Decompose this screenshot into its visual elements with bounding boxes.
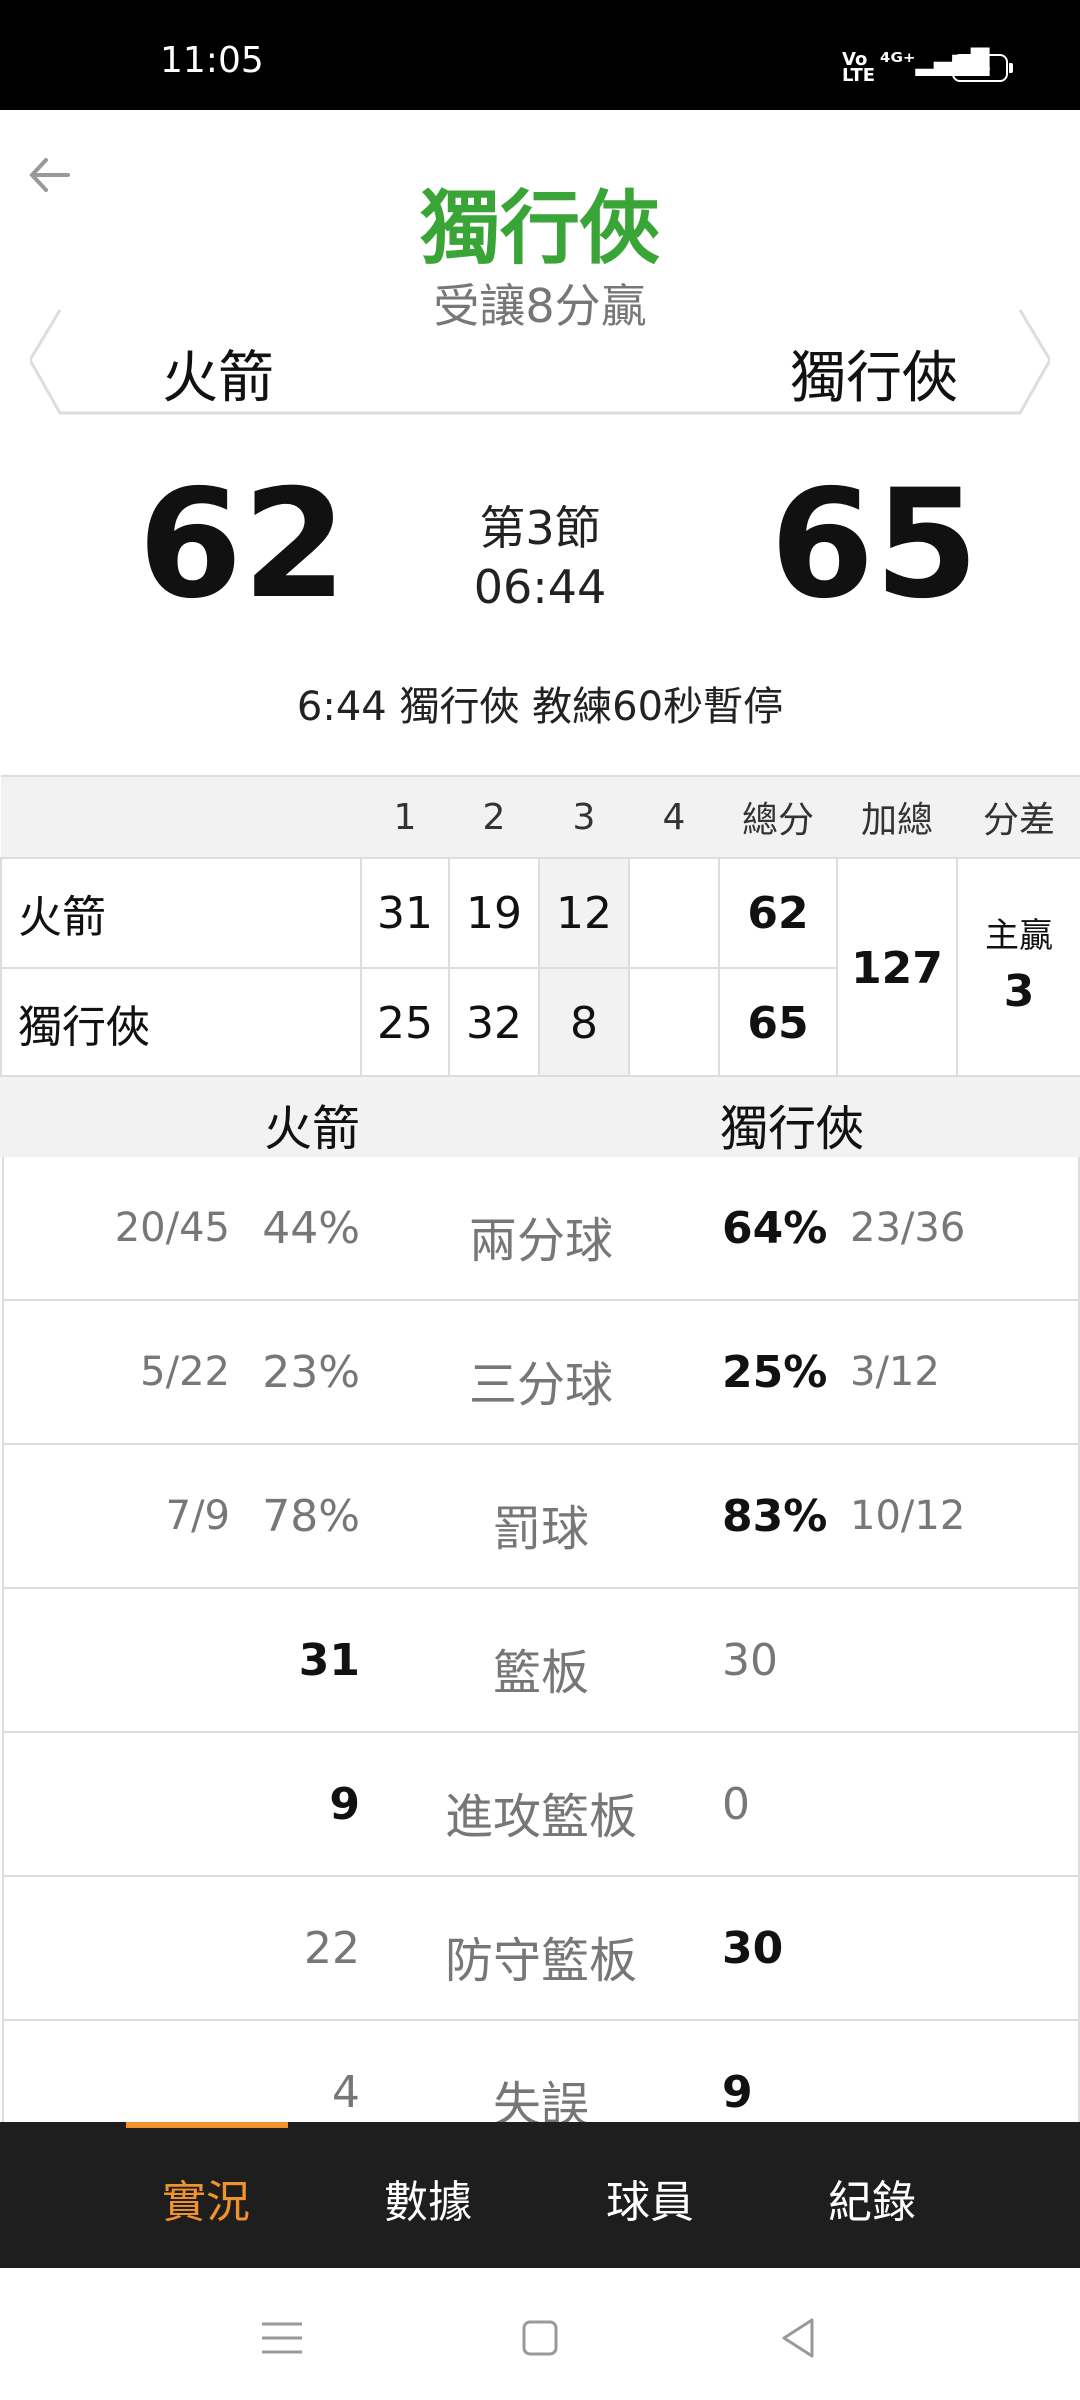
total-cell: 62 [718, 857, 838, 969]
diff-value: 3 [1003, 966, 1035, 1017]
away-value: 78% [262, 1491, 360, 1542]
pick-team: 獨行俠 [420, 182, 660, 275]
team-cell: 火箭 [0, 857, 362, 969]
away-value: 9 [329, 1779, 360, 1830]
game-period: 第3節 [479, 501, 601, 555]
home-team-name: 獨行俠 [790, 346, 958, 411]
home-value: 64% [722, 1203, 828, 1254]
quarter-cell [628, 967, 720, 1079]
tab-players[interactable]: 球員 [540, 2166, 760, 2230]
stat-row: 5/22 23% 三分球 25% 3/12 [2, 1301, 1080, 1445]
header-cell: 4 [629, 775, 719, 858]
stat-label: 籃板 [492, 1645, 589, 1701]
stat-row: 20/45 44% 兩分球 64% 23/36 [2, 1157, 1080, 1301]
header-cell [1, 775, 361, 858]
stat-label: 兩分球 [468, 1213, 613, 1269]
header-cell: 分差 [957, 775, 1080, 858]
home-attempts: 3/12 [850, 1349, 940, 1395]
table-row: 火箭 31 19 12 62 127 主贏 3 [0, 857, 1080, 1079]
stat-row: 31 籃板 30 [2, 1589, 1080, 1733]
latest-event: 6:44 獨行俠 教練60秒暫停 [296, 684, 784, 730]
away-value: 31 [298, 1635, 360, 1686]
home-attempts: 23/36 [850, 1205, 966, 1251]
quarter-header-row: 1 2 3 4 總分 加總 分差 [1, 775, 1080, 858]
quarter-cell: 25 [360, 967, 450, 1079]
header-cell: 總分 [719, 775, 837, 858]
quarter-score-table: 1 2 3 4 總分 加總 分差 火箭 31 19 12 62 127 主贏 3… [0, 775, 1080, 1079]
away-attempts: 5/22 [140, 1349, 230, 1395]
menu-icon[interactable] [252, 2308, 312, 2368]
quarter-cell: 32 [448, 967, 540, 1079]
game-clock: 06:44 [473, 560, 607, 614]
diff-label: 主贏 [985, 916, 1053, 957]
tab-records[interactable]: 紀錄 [762, 2166, 982, 2230]
team-cell: 獨行俠 [0, 967, 362, 1079]
total-cell: 65 [718, 967, 838, 1079]
stat-label: 進攻籃板 [444, 1789, 637, 1845]
away-value: 23% [262, 1347, 360, 1398]
team-names-bar: 火箭 獨行俠 [30, 305, 1050, 415]
volte-indicator: Vo LTE [842, 49, 876, 86]
away-attempts: 7/9 [165, 1493, 230, 1539]
quarter-cell: 31 [360, 857, 450, 969]
home-value: 30 [722, 1635, 778, 1686]
battery-icon: 85 [952, 54, 1013, 82]
system-nav-bar [0, 2268, 1080, 2400]
stat-row: 22 防守籃板 30 [2, 1877, 1080, 2021]
stats-away-team: 火箭 [264, 1101, 361, 1157]
home-value: 25% [722, 1347, 828, 1398]
home-icon[interactable] [510, 2308, 570, 2368]
stat-label: 防守籃板 [444, 1933, 637, 1989]
active-tab-indicator [126, 2122, 288, 2128]
away-attempts: 20/45 [114, 1205, 230, 1251]
tab-live[interactable]: 實況 [96, 2166, 316, 2230]
back-icon[interactable] [768, 2308, 828, 2368]
quarter-cell: 8 [538, 967, 630, 1079]
home-value: 30 [722, 1923, 784, 1974]
home-attempts: 10/12 [850, 1493, 966, 1539]
header-cell: 3 [539, 775, 629, 858]
home-value: 0 [722, 1779, 750, 1830]
away-team-name: 火箭 [162, 346, 274, 411]
away-value: 44% [262, 1203, 360, 1254]
combined-total-cell: 127 [836, 857, 958, 1079]
stat-label: 三分球 [468, 1357, 613, 1413]
stats-header: 火箭 獨行俠 [0, 1075, 1080, 1157]
status-bar: 11:05 Vo LTE ⁴ᴳ⁺▂▄▆█ 85 [0, 0, 1080, 110]
home-value: 9 [722, 2067, 753, 2118]
point-diff-cell: 主贏 3 [956, 857, 1080, 1079]
tab-data[interactable]: 數據 [318, 2166, 538, 2230]
away-value: 4 [332, 2067, 360, 2118]
quarter-cell: 12 [538, 857, 630, 969]
home-value: 83% [722, 1491, 828, 1542]
status-time: 11:05 [160, 40, 264, 81]
stats-home-team: 獨行俠 [720, 1101, 865, 1157]
bottom-tab-bar: 實況 數據 球員 紀錄 [0, 2122, 1080, 2268]
stat-row: 7/9 78% 罰球 83% 10/12 [2, 1445, 1080, 1589]
quarter-cell: 19 [448, 857, 540, 969]
header-cell: 2 [449, 775, 539, 858]
header-cell: 加總 [837, 775, 957, 858]
header-cell: 1 [361, 775, 449, 858]
away-value: 22 [304, 1923, 360, 1974]
stat-row: 9 進攻籃板 0 [2, 1733, 1080, 1877]
stat-label: 罰球 [492, 1501, 589, 1557]
quarter-cell [628, 857, 720, 969]
